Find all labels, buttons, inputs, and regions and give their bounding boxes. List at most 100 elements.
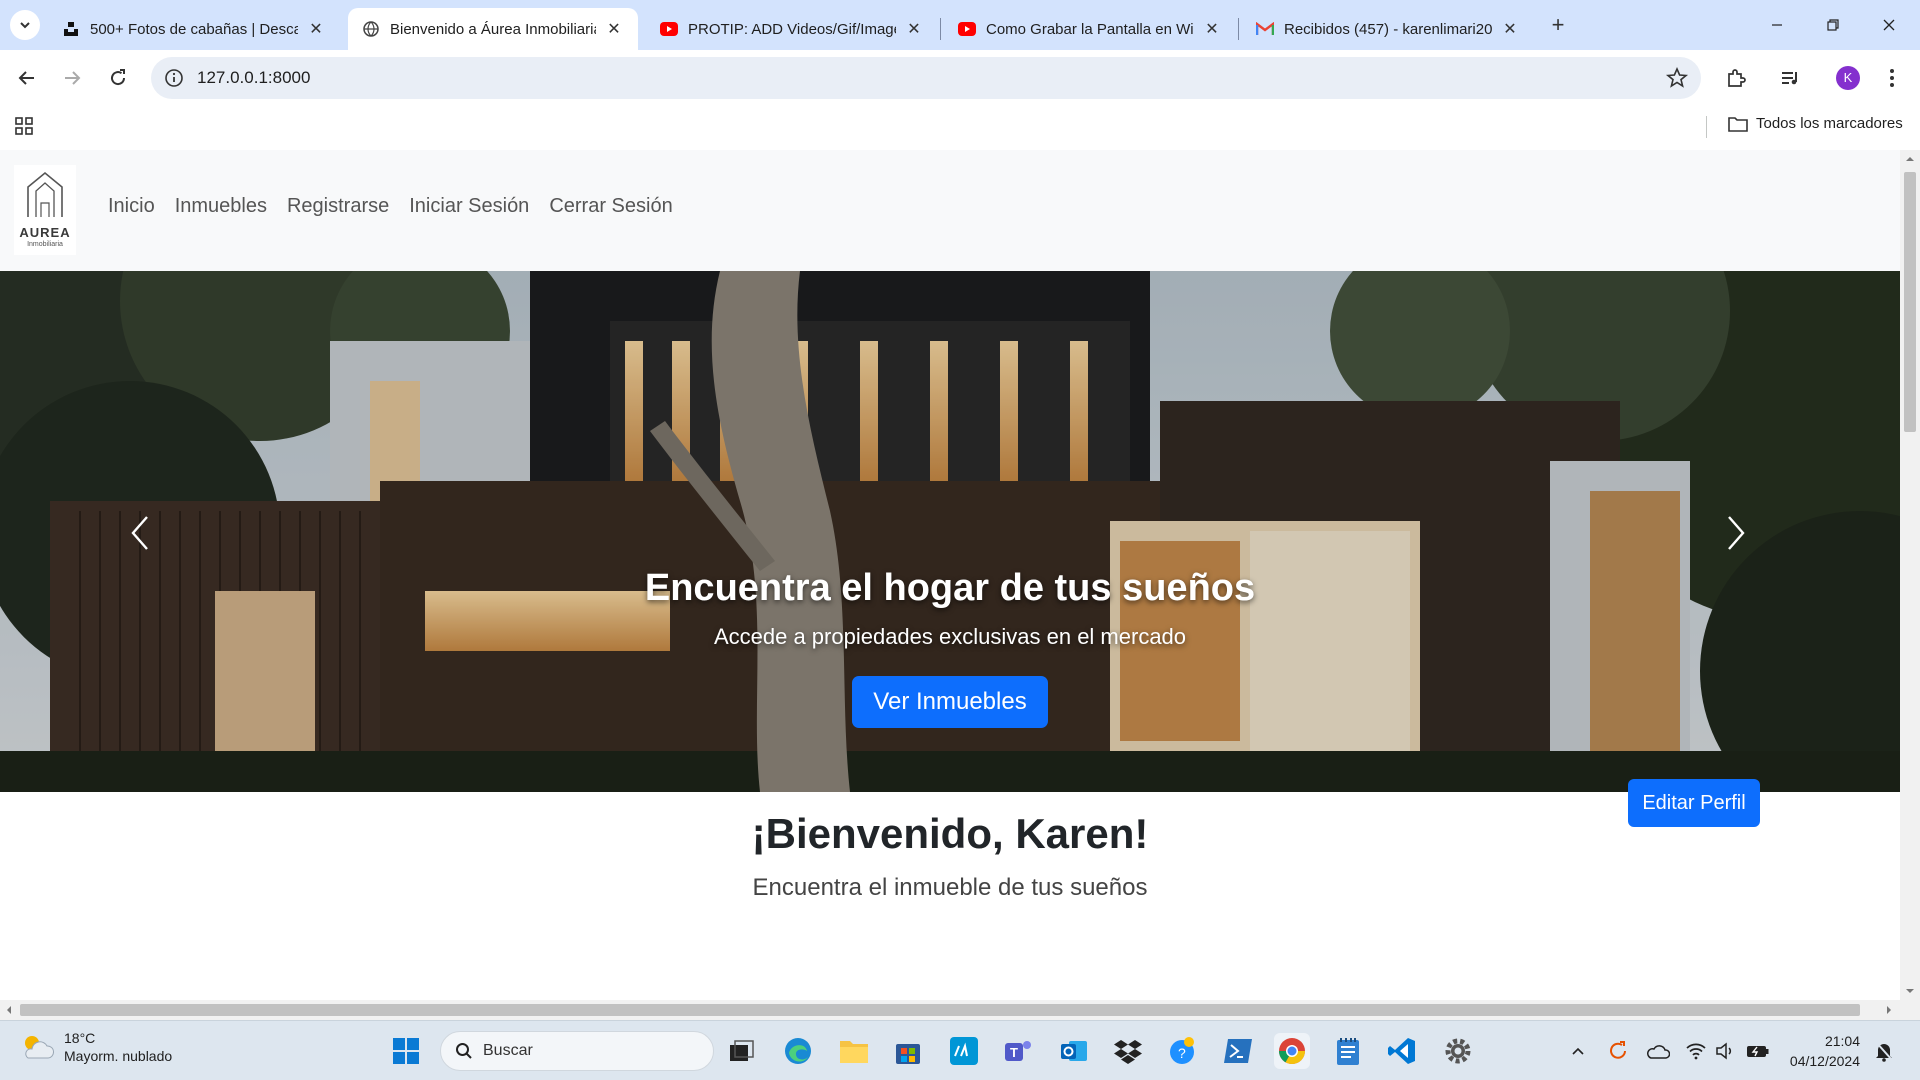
close-tab-icon[interactable]: ✕ xyxy=(1202,19,1222,39)
scroll-right-icon[interactable] xyxy=(1882,1000,1896,1020)
nav-iniciar-sesion[interactable]: Iniciar Sesión xyxy=(399,195,539,218)
carousel-prev-button[interactable] xyxy=(120,511,160,555)
weather-desc: Mayorm. nublado xyxy=(64,1048,173,1064)
taskbar-search[interactable]: Buscar xyxy=(440,1031,714,1071)
tab-gmail[interactable]: Recibidos (457) - karenlimari20 ✕ xyxy=(1242,8,1534,50)
menu-button[interactable] xyxy=(1878,64,1906,92)
forward-button[interactable] xyxy=(54,60,90,96)
taskbar-outlook[interactable] xyxy=(1056,1033,1092,1069)
tab-title: 500+ Fotos de cabañas | Descar xyxy=(90,20,298,38)
taskbar-chrome[interactable] xyxy=(1274,1033,1310,1069)
restore-button[interactable] xyxy=(1808,8,1858,42)
scroll-up-icon[interactable] xyxy=(1900,152,1920,166)
arrow-left-icon xyxy=(18,71,34,85)
weather-temp: 18°C xyxy=(64,1030,96,1046)
outlook-icon xyxy=(1061,1041,1087,1061)
close-window-button[interactable] xyxy=(1864,8,1914,42)
tray-onedrive[interactable] xyxy=(1646,1039,1670,1063)
media-queue-icon xyxy=(1782,72,1797,85)
apps-grid-icon xyxy=(15,117,33,135)
svg-text:T: T xyxy=(1010,1045,1018,1060)
editar-perfil-button[interactable]: Editar Perfil xyxy=(1628,779,1760,827)
nav-registrarse[interactable]: Registrarse xyxy=(277,195,399,218)
chevron-right-icon xyxy=(1728,516,1745,550)
horizontal-scroll-thumb[interactable] xyxy=(20,1004,1860,1016)
taskbar-powershell[interactable] xyxy=(1220,1033,1256,1069)
apps-grid-button[interactable] xyxy=(14,116,34,141)
weather-widget[interactable]: 18°C Mayorm. nublado xyxy=(20,1029,172,1065)
store-icon xyxy=(896,1044,920,1064)
svg-text:?: ? xyxy=(1178,1045,1186,1061)
scroll-left-icon[interactable] xyxy=(2,1000,16,1020)
tab-title: Recibidos (457) - karenlimari20 xyxy=(1284,20,1492,38)
nav-cerrar-sesion[interactable]: Cerrar Sesión xyxy=(539,195,682,218)
taskbar-settings[interactable] xyxy=(1440,1033,1476,1069)
tab-aurea[interactable]: Bienvenido a Áurea Inmobiliaria ✕ xyxy=(348,8,638,50)
tab-separator xyxy=(1238,18,1239,40)
reload-icon xyxy=(111,69,126,86)
site-info-icon[interactable] xyxy=(163,67,185,89)
close-tab-icon[interactable]: ✕ xyxy=(1500,19,1520,39)
tray-battery[interactable] xyxy=(1746,1039,1770,1063)
extensions-button[interactable] xyxy=(1722,64,1750,92)
ver-inmuebles-button[interactable]: Ver Inmuebles xyxy=(852,676,1048,728)
minimize-icon xyxy=(1772,24,1782,26)
gear-icon xyxy=(1445,1038,1471,1064)
puzzle-icon xyxy=(1728,69,1746,87)
hero-caption: Encuentra el hogar de tus sueños Accede … xyxy=(0,567,1900,728)
address-bar[interactable]: 127.0.0.1:8000 xyxy=(151,57,1701,99)
minimize-button[interactable] xyxy=(1752,8,1802,42)
arrow-right-icon xyxy=(65,71,81,85)
nav-inmuebles[interactable]: Inmuebles xyxy=(165,195,277,218)
carousel-next-button[interactable] xyxy=(1716,511,1756,555)
nav-inicio[interactable]: Inicio xyxy=(98,195,165,218)
tab-title: PROTIP: ADD Videos/Gif/Image xyxy=(688,20,896,38)
taskbar-tips[interactable]: ? xyxy=(1164,1033,1200,1069)
profile-avatar[interactable]: K xyxy=(1836,66,1860,90)
tab-search-button[interactable] xyxy=(10,10,40,40)
tab-youtube-protip[interactable]: PROTIP: ADD Videos/Gif/Image ✕ xyxy=(646,8,938,50)
start-button[interactable] xyxy=(388,1033,424,1069)
logo-subtitle: Inmobiliaria xyxy=(27,241,63,248)
taskbar-file-explorer[interactable] xyxy=(836,1033,872,1069)
close-tab-icon[interactable]: ✕ xyxy=(604,19,624,39)
taskbar-vscode[interactable] xyxy=(1384,1033,1420,1069)
taskbar-myhp[interactable] xyxy=(946,1033,982,1069)
taskbar-store[interactable] xyxy=(890,1033,926,1069)
tab-youtube-grabar[interactable]: Como Grabar la Pantalla en Win ✕ xyxy=(944,8,1236,50)
reload-button[interactable] xyxy=(100,60,136,96)
new-tab-button[interactable]: + xyxy=(1544,12,1572,40)
sync-icon xyxy=(1610,1041,1626,1059)
taskbar-edge[interactable] xyxy=(780,1033,816,1069)
vscode-icon xyxy=(1388,1038,1415,1064)
tray-wifi[interactable] xyxy=(1684,1039,1708,1063)
taskbar-clock[interactable]: 21:04 04/12/2024 xyxy=(1786,1031,1860,1071)
hero-subtitle: Accede a propiedades exclusivas en el me… xyxy=(713,624,1187,649)
back-button[interactable] xyxy=(9,60,45,96)
taskbar-task-view[interactable] xyxy=(724,1033,760,1069)
taskbar-teams[interactable]: T xyxy=(1000,1033,1036,1069)
show-hidden-icons[interactable] xyxy=(1566,1039,1590,1063)
taskbar-notepad[interactable] xyxy=(1330,1033,1366,1069)
tray-volume[interactable] xyxy=(1714,1039,1738,1063)
hero-title: Encuentra el hogar de tus sueños xyxy=(644,567,1256,609)
media-controls-button[interactable] xyxy=(1776,64,1804,92)
bookmark-star-icon[interactable] xyxy=(1665,66,1689,90)
aurea-logo[interactable]: AUREA Inmobiliaria xyxy=(14,165,76,255)
windows-logo-icon xyxy=(393,1038,419,1064)
taskbar-dropbox[interactable] xyxy=(1110,1033,1146,1069)
close-tab-icon[interactable]: ✕ xyxy=(306,19,326,39)
myhp-icon xyxy=(950,1037,978,1065)
site-navbar: AUREA Inmobiliaria Inicio Inmuebles Regi… xyxy=(0,150,1900,271)
vertical-scroll-thumb[interactable] xyxy=(1904,172,1916,432)
url-text[interactable]: 127.0.0.1:8000 xyxy=(197,68,310,88)
scroll-down-icon[interactable] xyxy=(1900,984,1920,998)
tray-sync[interactable] xyxy=(1606,1039,1630,1063)
tab-unsplash[interactable]: 500+ Fotos de cabañas | Descar ✕ xyxy=(48,8,340,50)
tray-notifications[interactable] xyxy=(1872,1039,1896,1063)
globe-icon xyxy=(362,20,380,38)
close-tab-icon[interactable]: ✕ xyxy=(904,19,924,39)
all-bookmarks-button[interactable]: Todos los marcadores xyxy=(1728,115,1903,132)
wifi-icon xyxy=(1686,1043,1706,1060)
welcome-subtitle: Encuentra el inmueble de tus sueños xyxy=(752,874,1148,901)
